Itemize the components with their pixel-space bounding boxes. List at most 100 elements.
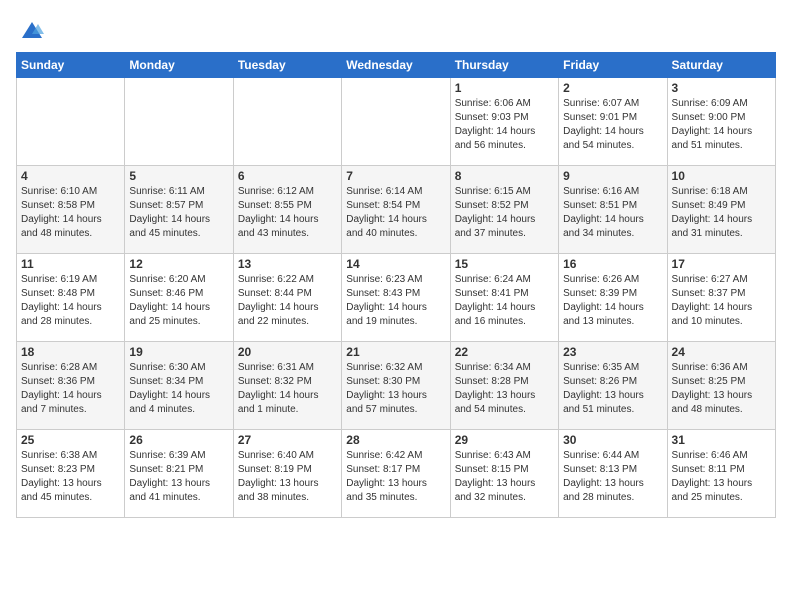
day-number: 18	[21, 345, 120, 359]
day-info: Sunrise: 6:14 AM Sunset: 8:54 PM Dayligh…	[346, 185, 445, 241]
calendar-week-row: 1 Sunrise: 6:06 AM Sunset: 9:03 PM Daylig…	[17, 78, 776, 166]
day-number: 25	[21, 433, 120, 447]
calendar-cell	[125, 78, 233, 166]
calendar-cell: 25Sunrise: 6:38 AM Sunset: 8:23 PM Dayli…	[17, 430, 125, 518]
calendar-cell	[342, 78, 450, 166]
day-number: 2	[563, 81, 662, 95]
day-number: 30	[563, 433, 662, 447]
page-header	[16, 16, 776, 44]
day-number: 19	[129, 345, 228, 359]
calendar-cell: 9Sunrise: 6:16 AM Sunset: 8:51 PM Daylig…	[559, 166, 667, 254]
weekday-header-wednesday: Wednesday	[342, 53, 450, 78]
day-number: 7	[346, 169, 445, 183]
day-number: 24	[672, 345, 771, 359]
day-number: 22	[455, 345, 554, 359]
day-number: 29	[455, 433, 554, 447]
calendar-cell: 17 Sunrise: 6:27 AM Sunset: 8:37 PM Dayli…	[667, 254, 775, 342]
day-number: 27	[238, 433, 337, 447]
calendar-cell: 14 Sunrise: 6:23 AM Sunset: 8:43 PM Dayli…	[342, 254, 450, 342]
calendar-cell: 20Sunrise: 6:31 AM Sunset: 8:32 PM Dayli…	[233, 342, 341, 430]
day-number: 16	[563, 257, 662, 271]
calendar-cell: 28 Sunrise: 6:42 AM Sunset: 8:17 PM Dayli…	[342, 430, 450, 518]
day-info: Sunrise: 6:35 AM Sunset: 8:26 PM Dayligh…	[563, 361, 662, 417]
weekday-header-saturday: Saturday	[667, 53, 775, 78]
day-info: Sunrise: 6:36 AM Sunset: 8:25 PM Dayligh…	[672, 361, 771, 417]
day-info: Sunrise: 6:44 AM Sunset: 8:13 PM Dayligh…	[563, 449, 662, 505]
day-info: Sunrise: 6:16 AM Sunset: 8:51 PM Dayligh…	[563, 185, 662, 241]
day-info: Sunrise: 6:22 AM Sunset: 8:44 PM Dayligh…	[238, 273, 337, 329]
day-info: Sunrise: 6:31 AM Sunset: 8:32 PM Dayligh…	[238, 361, 337, 417]
day-info: Sunrise: 6:28 AM Sunset: 8:36 PM Dayligh…	[21, 361, 120, 417]
day-number: 1	[455, 81, 554, 95]
calendar-cell: 21 Sunrise: 6:32 AM Sunset: 8:30 PM Dayli…	[342, 342, 450, 430]
calendar-cell: 12 Sunrise: 6:20 AM Sunset: 8:46 PM Dayli…	[125, 254, 233, 342]
calendar-cell: 30 Sunrise: 6:44 AM Sunset: 8:13 PM Dayli…	[559, 430, 667, 518]
calendar-cell: 23 Sunrise: 6:35 AM Sunset: 8:26 PM Dayli…	[559, 342, 667, 430]
day-info: Sunrise: 6:27 AM Sunset: 8:37 PM Dayligh…	[672, 273, 771, 329]
calendar-cell: 29 Sunrise: 6:43 AM Sunset: 8:15 PM Dayli…	[450, 430, 558, 518]
calendar-cell: 11 Sunrise: 6:19 AM Sunset: 8:48 PM Dayli…	[17, 254, 125, 342]
day-number: 23	[563, 345, 662, 359]
weekday-header-thursday: Thursday	[450, 53, 558, 78]
calendar-table: SundayMondayTuesdayWednesdayThursdayFrid…	[16, 52, 776, 518]
weekday-header-tuesday: Tuesday	[233, 53, 341, 78]
weekday-header-monday: Monday	[125, 53, 233, 78]
weekday-header-sunday: Sunday	[17, 53, 125, 78]
day-number: 12	[129, 257, 228, 271]
day-number: 31	[672, 433, 771, 447]
calendar-cell: 26 Sunrise: 6:39 AM Sunset: 8:21 PM Dayli…	[125, 430, 233, 518]
calendar-cell: 8Sunrise: 6:15 AM Sunset: 8:52 PM Daylig…	[450, 166, 558, 254]
day-number: 6	[238, 169, 337, 183]
calendar-cell: 2 Sunrise: 6:07 AM Sunset: 9:01 PM Daylig…	[559, 78, 667, 166]
day-info: Sunrise: 6:09 AM Sunset: 9:00 PM Dayligh…	[672, 97, 771, 153]
day-number: 28	[346, 433, 445, 447]
day-info: Sunrise: 6:43 AM Sunset: 8:15 PM Dayligh…	[455, 449, 554, 505]
calendar-cell: 27 Sunrise: 6:40 AM Sunset: 8:19 PM Dayli…	[233, 430, 341, 518]
calendar-cell: 13 Sunrise: 6:22 AM Sunset: 8:44 PM Dayli…	[233, 254, 341, 342]
day-number: 17	[672, 257, 771, 271]
day-info: Sunrise: 6:20 AM Sunset: 8:46 PM Dayligh…	[129, 273, 228, 329]
day-info: Sunrise: 6:07 AM Sunset: 9:01 PM Dayligh…	[563, 97, 662, 153]
calendar-cell: 6Sunrise: 6:12 AM Sunset: 8:55 PM Daylig…	[233, 166, 341, 254]
day-info: Sunrise: 6:06 AM Sunset: 9:03 PM Dayligh…	[455, 97, 554, 153]
day-info: Sunrise: 6:18 AM Sunset: 8:49 PM Dayligh…	[672, 185, 771, 241]
day-number: 14	[346, 257, 445, 271]
calendar-cell	[233, 78, 341, 166]
day-info: Sunrise: 6:19 AM Sunset: 8:48 PM Dayligh…	[21, 273, 120, 329]
logo	[16, 16, 46, 44]
day-info: Sunrise: 6:24 AM Sunset: 8:41 PM Dayligh…	[455, 273, 554, 329]
calendar-cell: 4 Sunrise: 6:10 AM Sunset: 8:58 PM Daylig…	[17, 166, 125, 254]
day-number: 5	[129, 169, 228, 183]
day-number: 26	[129, 433, 228, 447]
day-number: 10	[672, 169, 771, 183]
day-number: 4	[21, 169, 120, 183]
weekday-header-row: SundayMondayTuesdayWednesdayThursdayFrid…	[17, 53, 776, 78]
calendar-cell: 7 Sunrise: 6:14 AM Sunset: 8:54 PM Daylig…	[342, 166, 450, 254]
day-info: Sunrise: 6:40 AM Sunset: 8:19 PM Dayligh…	[238, 449, 337, 505]
calendar-cell: 1 Sunrise: 6:06 AM Sunset: 9:03 PM Daylig…	[450, 78, 558, 166]
day-number: 3	[672, 81, 771, 95]
day-number: 11	[21, 257, 120, 271]
day-info: Sunrise: 6:23 AM Sunset: 8:43 PM Dayligh…	[346, 273, 445, 329]
calendar-week-row: 25Sunrise: 6:38 AM Sunset: 8:23 PM Dayli…	[17, 430, 776, 518]
day-info: Sunrise: 6:30 AM Sunset: 8:34 PM Dayligh…	[129, 361, 228, 417]
calendar-cell	[17, 78, 125, 166]
logo-icon	[18, 16, 46, 44]
calendar-cell: 15Sunrise: 6:24 AM Sunset: 8:41 PM Dayli…	[450, 254, 558, 342]
day-number: 21	[346, 345, 445, 359]
calendar-cell: 16 Sunrise: 6:26 AM Sunset: 8:39 PM Dayli…	[559, 254, 667, 342]
day-info: Sunrise: 6:39 AM Sunset: 8:21 PM Dayligh…	[129, 449, 228, 505]
day-info: Sunrise: 6:46 AM Sunset: 8:11 PM Dayligh…	[672, 449, 771, 505]
day-info: Sunrise: 6:42 AM Sunset: 8:17 PM Dayligh…	[346, 449, 445, 505]
calendar-week-row: 4 Sunrise: 6:10 AM Sunset: 8:58 PM Daylig…	[17, 166, 776, 254]
calendar-cell: 24 Sunrise: 6:36 AM Sunset: 8:25 PM Dayli…	[667, 342, 775, 430]
day-number: 8	[455, 169, 554, 183]
calendar-cell: 31 Sunrise: 6:46 AM Sunset: 8:11 PM Dayli…	[667, 430, 775, 518]
day-info: Sunrise: 6:32 AM Sunset: 8:30 PM Dayligh…	[346, 361, 445, 417]
day-number: 13	[238, 257, 337, 271]
calendar-cell: 3 Sunrise: 6:09 AM Sunset: 9:00 PM Daylig…	[667, 78, 775, 166]
day-info: Sunrise: 6:26 AM Sunset: 8:39 PM Dayligh…	[563, 273, 662, 329]
calendar-cell: 18 Sunrise: 6:28 AM Sunset: 8:36 PM Dayli…	[17, 342, 125, 430]
day-info: Sunrise: 6:10 AM Sunset: 8:58 PM Dayligh…	[21, 185, 120, 241]
calendar-week-row: 18 Sunrise: 6:28 AM Sunset: 8:36 PM Dayli…	[17, 342, 776, 430]
